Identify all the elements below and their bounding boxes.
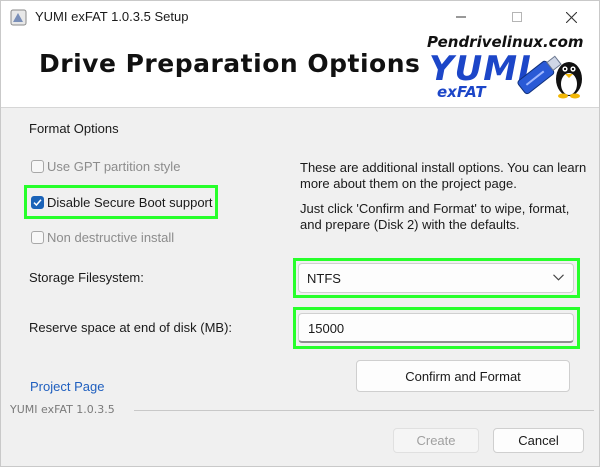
secure-boot-checkbox[interactable] — [31, 196, 44, 209]
reserve-space-input[interactable]: 15000 — [298, 313, 574, 343]
maximize-button[interactable] — [494, 1, 540, 33]
minimize-icon — [456, 16, 466, 18]
checkmark-icon — [33, 199, 42, 207]
chevron-down-icon — [553, 274, 564, 281]
close-button[interactable] — [548, 1, 594, 33]
non-destructive-checkbox-row[interactable]: Non destructive install — [31, 230, 174, 245]
secure-boot-checkbox-row[interactable]: Disable Secure Boot support — [31, 195, 212, 210]
version-label: YUMI exFAT 1.0.3.5 — [10, 403, 115, 416]
gpt-checkbox[interactable] — [31, 160, 44, 173]
setup-window: YUMI exFAT 1.0.3.5 Setup Drive Preparati… — [0, 0, 600, 467]
info-paragraph-1: These are additional install options. Yo… — [300, 160, 587, 191]
storage-filesystem-label: Storage Filesystem: — [29, 270, 144, 285]
non-destructive-label: Non destructive install — [47, 230, 175, 245]
filesystem-value: NTFS — [307, 271, 341, 286]
reserve-space-value: 15000 — [308, 321, 345, 336]
secure-boot-label: Disable Secure Boot support — [47, 195, 213, 210]
app-icon — [10, 9, 27, 26]
logo-variant-text: exFAT — [437, 83, 486, 101]
project-page-link[interactable]: Project Page — [30, 379, 104, 394]
usb-penguin-icon — [517, 55, 582, 99]
info-text: These are additional install options. Yo… — [300, 160, 590, 233]
confirm-format-button[interactable]: Confirm and Format — [356, 360, 570, 392]
maximize-icon — [512, 12, 522, 22]
format-options-label: Format Options — [29, 121, 119, 136]
filesystem-select[interactable]: NTFS — [298, 263, 574, 293]
header-banner: Drive Preparation Options Pendrivelinux.… — [1, 33, 599, 108]
create-button[interactable]: Create — [393, 428, 479, 453]
info-paragraph-2: Just click 'Confirm and Format' to wipe,… — [300, 201, 570, 232]
window-title: YUMI exFAT 1.0.3.5 Setup — [35, 9, 189, 24]
minimize-button[interactable] — [438, 1, 484, 33]
title-bar[interactable]: YUMI exFAT 1.0.3.5 Setup — [1, 1, 599, 33]
cancel-button[interactable]: Cancel — [493, 428, 584, 453]
gpt-checkbox-row[interactable]: Use GPT partition style — [31, 159, 180, 174]
footer-divider — [134, 410, 594, 411]
gpt-label: Use GPT partition style — [47, 159, 181, 174]
non-destructive-checkbox[interactable] — [31, 231, 44, 244]
reserve-space-label: Reserve space at end of disk (MB): — [29, 320, 233, 335]
close-icon — [565, 11, 577, 23]
page-title: Drive Preparation Options — [39, 49, 421, 78]
